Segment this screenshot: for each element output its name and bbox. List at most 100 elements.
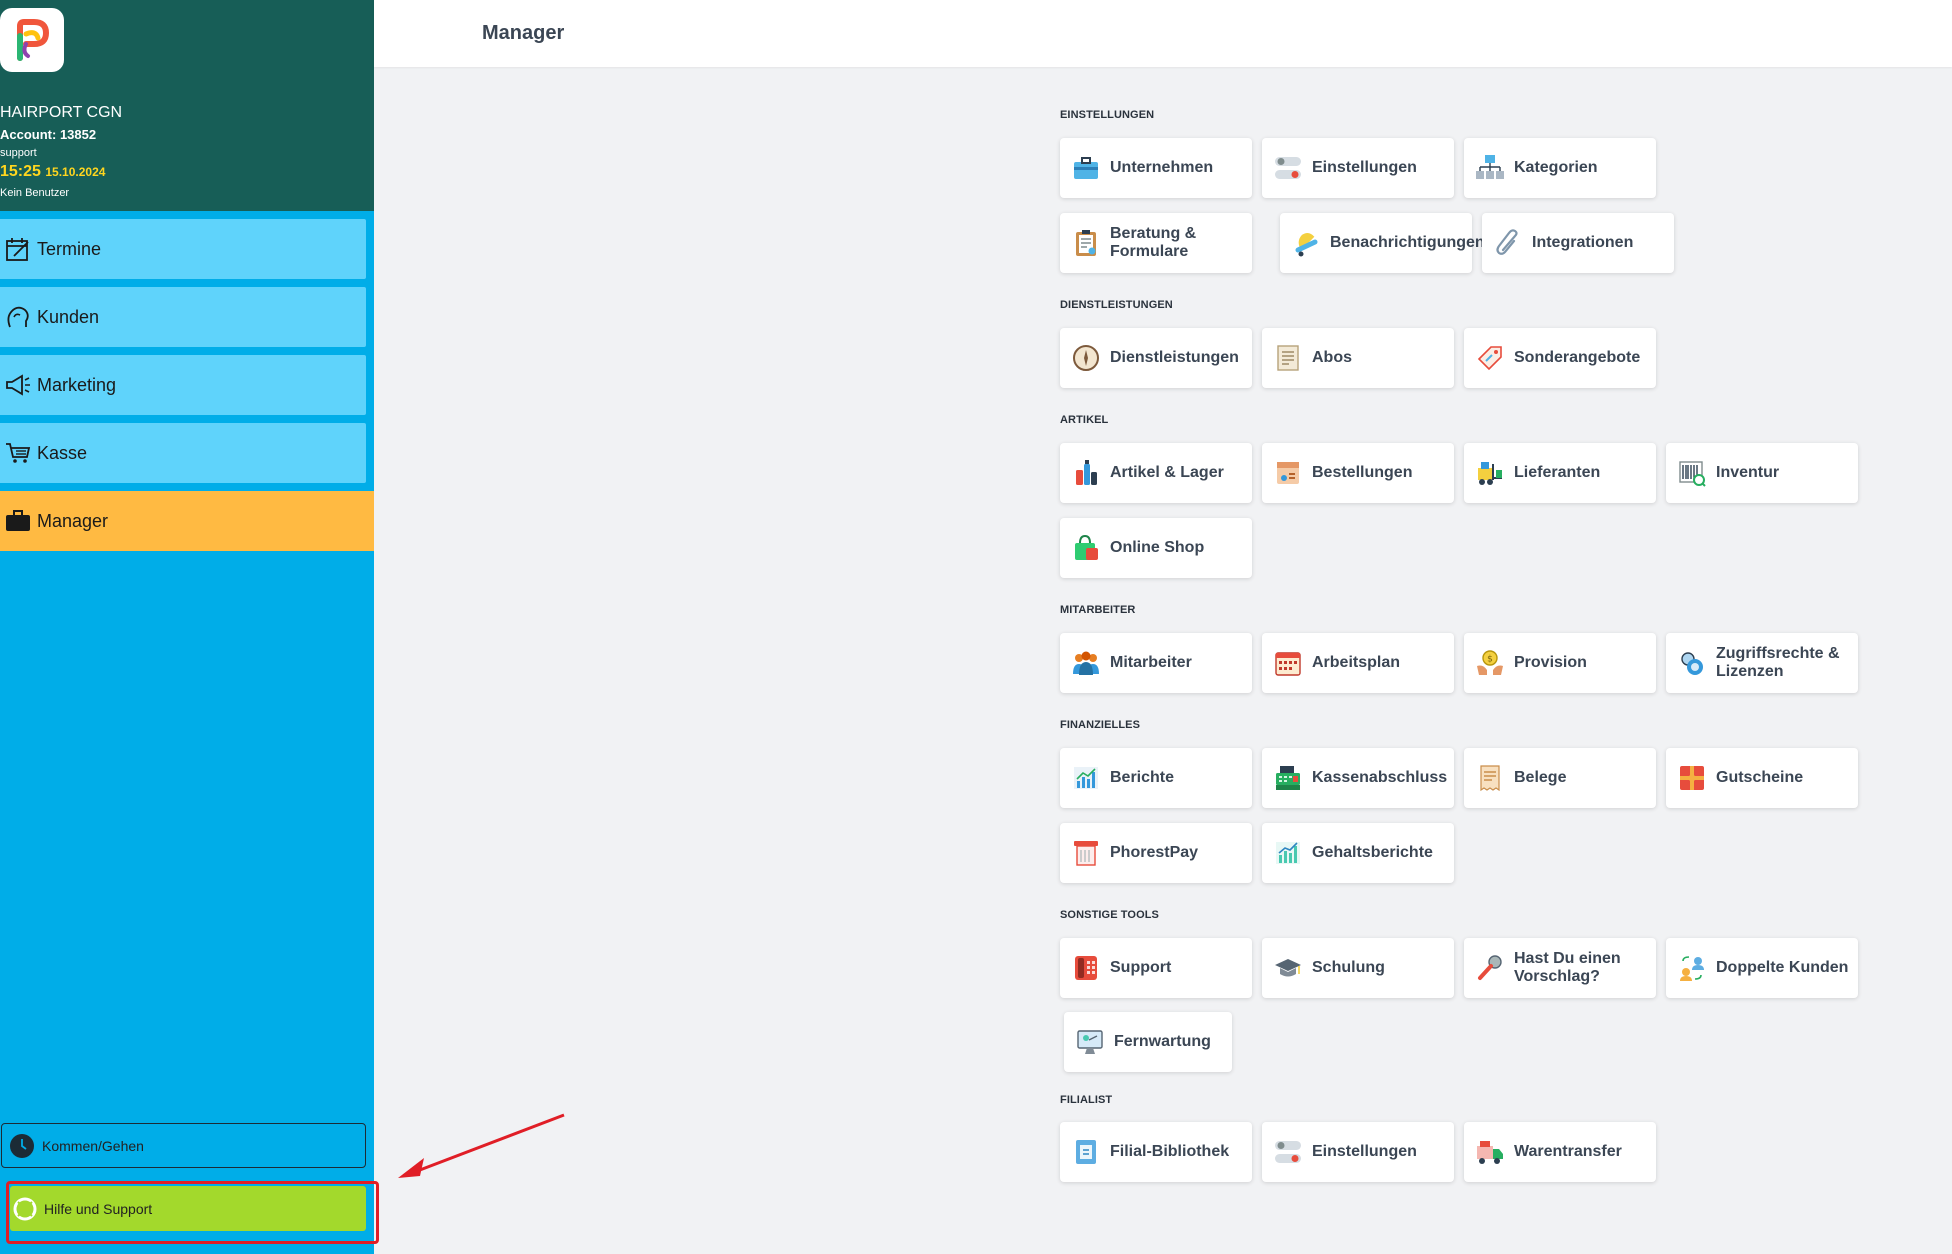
tile-benachrichtigungen[interactable]: Benachrichtigungen xyxy=(1280,213,1485,273)
tile-arbeitsplan[interactable]: Arbeitsplan xyxy=(1262,633,1454,693)
order-box-icon xyxy=(1272,457,1304,489)
tile-label: Unternehmen xyxy=(1110,159,1214,176)
tile-label: Dienstleistungen xyxy=(1110,349,1239,366)
red-arrow-annotation xyxy=(398,1113,565,1178)
access-badge-icon xyxy=(1676,647,1708,679)
tile-sonderangebote[interactable]: Sonderangebote xyxy=(1464,328,1656,388)
tile-label: Warentransfer xyxy=(1514,1143,1622,1160)
nav-item-kasse[interactable]: Kasse xyxy=(0,423,366,483)
app-logo[interactable] xyxy=(0,8,64,72)
nav-item-manager[interactable]: Manager xyxy=(0,491,374,551)
tile-label: Hast Du einen Vorschlag? xyxy=(1514,950,1621,985)
tile-support[interactable]: Support xyxy=(1060,938,1252,998)
tile-label: Einstellungen xyxy=(1312,159,1417,176)
briefcase-icon xyxy=(0,505,36,537)
clock-in-out-label: Kommen/Gehen xyxy=(42,1137,144,1154)
tile-gutscheine[interactable]: Gutscheine xyxy=(1666,748,1858,808)
tile-label: Einstellungen xyxy=(1312,1143,1417,1160)
section-title-mitarbeiter: MITARBEITER xyxy=(1060,604,1136,616)
tile-kategorien[interactable]: Kategorien xyxy=(1464,138,1656,198)
tile-dienstleistungen[interactable]: Dienstleistungen xyxy=(1060,328,1252,388)
tile-bestellungen[interactable]: Bestellungen xyxy=(1262,443,1454,503)
tile-label: Filial-Bibliothek xyxy=(1110,1143,1230,1160)
help-support-label: Hilfe und Support xyxy=(44,1200,153,1217)
tile-label: Inventur xyxy=(1716,464,1780,481)
bell-icon xyxy=(1290,227,1322,259)
section-title-artikel: ARTIKEL xyxy=(1060,414,1109,426)
help-support-button[interactable]: Hilfe und Support xyxy=(10,1186,366,1231)
clock-icon xyxy=(8,1132,36,1160)
telephone-icon xyxy=(1070,952,1102,984)
tile-gehaltsberichte[interactable]: Gehaltsberichte xyxy=(1262,823,1454,883)
schedule-calendar-icon xyxy=(1272,647,1304,679)
calendar-icon xyxy=(0,233,36,265)
sidebar: HAIRPORT CGN Account: 13852 support 15:2… xyxy=(0,0,374,1254)
tile-label: Belege xyxy=(1514,769,1567,786)
tile-zugriffsrechte-lizenzen[interactable]: Zugriffsrechte & Lizenzen xyxy=(1666,633,1858,693)
delivery-truck-icon xyxy=(1474,1136,1506,1168)
briefcase-icon xyxy=(1070,152,1102,184)
tile-label: Abos xyxy=(1312,349,1352,366)
tile-vorschlag[interactable]: Hast Du einen Vorschlag? xyxy=(1464,938,1656,998)
bar-chart-icon xyxy=(1070,762,1102,794)
cash-register-icon xyxy=(1272,762,1304,794)
tile-schulung[interactable]: Schulung xyxy=(1262,938,1454,998)
receipt-icon xyxy=(1474,762,1506,794)
tile-label: Bestellungen xyxy=(1312,464,1413,481)
svg-text:$: $ xyxy=(1487,655,1493,665)
section-title-einstellungen: EINSTELLUNGEN xyxy=(1060,109,1155,121)
tile-inventur[interactable]: Inventur xyxy=(1666,443,1858,503)
section-title-filialist: FILIALIST xyxy=(1060,1094,1113,1106)
tile-fernwartung[interactable]: Fernwartung xyxy=(1064,1012,1232,1072)
tile-mitarbeiter[interactable]: Mitarbeiter xyxy=(1060,633,1252,693)
tile-kassenabschluss[interactable]: Kassenabschluss xyxy=(1262,748,1454,808)
barcode-scan-icon xyxy=(1676,457,1708,489)
tile-einstellungen[interactable]: Einstellungen xyxy=(1262,138,1454,198)
brand-panel: HAIRPORT CGN Account: 13852 support 15:2… xyxy=(0,0,374,211)
company-name: HAIRPORT CGN xyxy=(0,104,123,121)
duplicate-users-icon xyxy=(1676,952,1708,984)
tile-unternehmen[interactable]: Unternehmen xyxy=(1060,138,1252,198)
salary-chart-icon xyxy=(1272,837,1304,869)
tile-label: Beratung & Formulare xyxy=(1110,225,1197,260)
section-title-sonstige-tools: SONSTIGE TOOLS xyxy=(1060,909,1159,921)
document-list-icon xyxy=(1272,342,1304,374)
tile-warentransfer[interactable]: Warentransfer xyxy=(1464,1122,1656,1182)
clock-display: 15:25 15.10.2024 xyxy=(0,163,105,181)
nav-item-termine[interactable]: Termine xyxy=(0,219,366,279)
nav-item-marketing[interactable]: Marketing xyxy=(0,355,366,415)
tile-label: Integrationen xyxy=(1532,234,1634,251)
tile-provision[interactable]: $ Provision xyxy=(1464,633,1656,693)
tile-label: Benachrichtigungen xyxy=(1330,234,1485,251)
tile-belege[interactable]: Belege xyxy=(1464,748,1656,808)
tile-abos[interactable]: Abos xyxy=(1262,328,1454,388)
microphone-icon xyxy=(1474,952,1506,984)
section-title-dienstleistungen: DIENSTLEISTUNGEN xyxy=(1060,299,1173,311)
tile-label: Gehaltsberichte xyxy=(1312,844,1433,861)
tile-beratung-formulare[interactable]: Beratung & Formulare xyxy=(1060,213,1252,273)
tile-online-shop[interactable]: Online Shop xyxy=(1060,518,1252,578)
tile-artikel-lager[interactable]: Artikel & Lager xyxy=(1060,443,1252,503)
nav-item-kunden[interactable]: Kunden xyxy=(0,287,366,347)
tile-label: Schulung xyxy=(1312,959,1385,976)
tile-label: Artikel & Lager xyxy=(1110,464,1224,481)
page-title: Manager xyxy=(482,22,565,44)
clock-in-out-button[interactable]: Kommen/Gehen xyxy=(1,1123,366,1168)
account-number: Account: 13852 xyxy=(0,127,97,142)
lifebuoy-icon xyxy=(12,1196,38,1222)
tile-filial-bibliothek[interactable]: Filial-Bibliothek xyxy=(1060,1122,1252,1182)
shopping-bag-icon xyxy=(1070,532,1102,564)
nav-label: Kunden xyxy=(37,306,100,327)
tile-filialist-einstellungen[interactable]: Einstellungen xyxy=(1262,1122,1454,1182)
tile-lieferanten[interactable]: Lieferanten xyxy=(1464,443,1656,503)
clock-time: 15:25 xyxy=(0,163,41,180)
tile-label: Provision xyxy=(1514,654,1587,671)
tile-doppelte-kunden[interactable]: Doppelte Kunden xyxy=(1666,938,1858,998)
tile-integrationen[interactable]: Integrationen xyxy=(1482,213,1674,273)
gift-voucher-icon xyxy=(1676,762,1708,794)
tile-berichte[interactable]: Berichte xyxy=(1060,748,1252,808)
coin-hands-icon: $ xyxy=(1474,647,1506,679)
remote-monitor-icon xyxy=(1074,1026,1106,1058)
cart-icon xyxy=(0,437,36,469)
tile-phorestpay[interactable]: PhorestPay xyxy=(1060,823,1252,883)
